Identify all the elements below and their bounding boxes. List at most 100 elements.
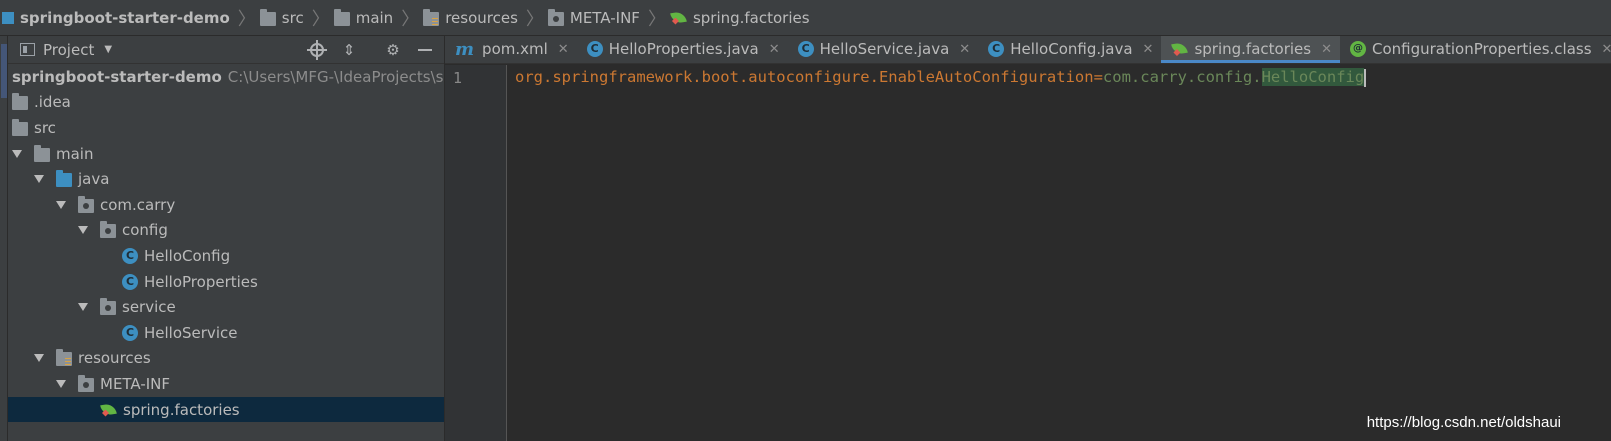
tree-item-main[interactable]: main xyxy=(8,141,444,167)
chevron-down-icon[interactable]: ▼ xyxy=(104,44,112,55)
class-icon: C xyxy=(122,324,138,341)
tree-item-helloproperties[interactable]: C HelloProperties xyxy=(8,269,444,295)
property-equals: = xyxy=(1093,68,1103,86)
code-editor[interactable]: org.springframework.boot.autoconfigure.E… xyxy=(508,65,1611,441)
tree-item-src[interactable]: src xyxy=(8,115,444,141)
editor-gutter: 1 xyxy=(445,65,507,441)
close-icon[interactable]: ✕ xyxy=(1143,42,1154,57)
collapse-all-button[interactable]: ⇕ xyxy=(340,41,358,59)
breadcrumb-main[interactable]: main xyxy=(333,0,397,36)
tab-label: ConfigurationProperties.class xyxy=(1371,40,1592,58)
spring-icon xyxy=(100,403,118,417)
minimize-icon xyxy=(418,49,432,51)
tree-item-config[interactable]: config xyxy=(8,218,444,244)
expand-arrow-icon[interactable] xyxy=(12,149,22,158)
expand-arrow-icon[interactable] xyxy=(78,303,88,312)
editor-tabs: m pom.xml ✕ C HelloProperties.java ✕ C H… xyxy=(445,36,1611,64)
breadcrumb-separator: 〉 xyxy=(525,8,544,30)
tree-item-spring-factories[interactable]: spring.factories xyxy=(8,396,444,423)
class-icon: C xyxy=(988,41,1005,57)
tree-item-project-root[interactable]: springboot-starter-demo C:\Users\MFG-\Id… xyxy=(8,64,444,90)
tree-item-java[interactable]: java xyxy=(8,166,444,192)
package-icon xyxy=(100,221,116,239)
close-icon[interactable]: ✕ xyxy=(959,42,970,57)
tab-label: HelloConfig.java xyxy=(1010,40,1133,58)
breadcrumb-label: META-INF xyxy=(569,8,640,27)
breadcrumb-label: spring.factories xyxy=(692,8,810,27)
expand-arrow-icon[interactable] xyxy=(34,175,44,184)
folder-icon xyxy=(12,118,28,136)
tab-configurationproperties-class[interactable]: @ ConfigurationProperties.class ✕ xyxy=(1340,36,1611,63)
locate-button[interactable] xyxy=(307,40,327,60)
text-cursor xyxy=(1364,68,1367,87)
spring-icon xyxy=(1171,42,1189,56)
tree-item-label: HelloService xyxy=(144,323,238,342)
project-panel-header: Project ▼ ⇕ ⚙ xyxy=(8,36,444,64)
tab-spring-factories[interactable]: spring.factories ✕ xyxy=(1161,36,1340,63)
tree-item-label: .idea xyxy=(34,93,71,112)
breadcrumb-label: main xyxy=(355,8,394,27)
expand-arrow-icon[interactable] xyxy=(34,354,44,363)
navigation-bar: springboot-starter-demo 〉 src 〉 main 〉 r… xyxy=(0,0,1611,36)
tab-helloconfig-java[interactable]: C HelloConfig.java ✕ xyxy=(978,36,1161,63)
resources-folder-icon xyxy=(56,349,72,367)
project-path: C:\Users\MFG-\IdeaProjects\springboot-st… xyxy=(227,67,444,86)
property-key: org.springframework.boot.autoconfigure.E… xyxy=(515,68,1094,86)
tree-item-meta-inf[interactable]: META-INF xyxy=(8,371,444,397)
class-icon: C xyxy=(797,41,814,57)
collapse-all-icon: ⇕ xyxy=(342,41,356,59)
tab-helloproperties-java[interactable]: C HelloProperties.java ✕ xyxy=(577,36,788,63)
tab-label: HelloService.java xyxy=(819,40,950,58)
tree-item-label: META-INF xyxy=(100,374,171,393)
project-icon xyxy=(2,11,14,24)
tab-pom-xml[interactable]: m pom.xml ✕ xyxy=(445,36,577,63)
breadcrumb-resources[interactable]: resources xyxy=(423,0,522,36)
package-icon xyxy=(78,195,94,213)
project-tool-window-tab[interactable] xyxy=(1,44,7,98)
tree-item-label: com.carry xyxy=(100,195,176,214)
tree-item-resources[interactable]: resources xyxy=(8,346,444,372)
source-folder-icon xyxy=(56,170,72,188)
folder-icon xyxy=(259,8,276,26)
tree-item-label: resources xyxy=(78,349,151,368)
tab-label: spring.factories xyxy=(1194,40,1312,58)
expand-arrow-icon[interactable] xyxy=(56,200,66,209)
breadcrumb-label: springboot-starter-demo xyxy=(20,8,230,27)
project-view-selector[interactable]: Project xyxy=(43,41,94,59)
property-value-class: HelloConfig xyxy=(1261,68,1365,86)
tree-item-service[interactable]: service xyxy=(8,294,444,320)
close-icon[interactable]: ✕ xyxy=(558,42,569,57)
tree-item-label: spring.factories xyxy=(123,400,240,419)
breadcrumb-separator: 〉 xyxy=(401,8,420,30)
tree-item-com-carry[interactable]: com.carry xyxy=(8,192,444,218)
settings-button[interactable]: ⚙ xyxy=(384,41,402,59)
breadcrumb-separator: 〉 xyxy=(237,8,256,30)
package-folder-icon xyxy=(78,374,94,392)
line-number: 1 xyxy=(453,69,463,87)
tree-item-helloconfig[interactable]: C HelloConfig xyxy=(8,243,444,269)
project-panel: Project ▼ ⇕ ⚙ springboot-starter-demo C:… xyxy=(8,36,445,441)
close-icon[interactable]: ✕ xyxy=(1602,42,1611,57)
breadcrumb-label: src xyxy=(281,8,304,27)
tree-item-idea[interactable]: .idea xyxy=(8,90,444,116)
expand-arrow-icon[interactable] xyxy=(78,226,88,235)
tree-item-label: main xyxy=(56,144,94,163)
resources-folder-icon xyxy=(423,8,440,26)
tree-item-helloservice[interactable]: C HelloService xyxy=(8,320,444,346)
expand-arrow-icon[interactable] xyxy=(56,379,66,388)
code-line: org.springframework.boot.autoconfigure.E… xyxy=(515,68,1367,87)
breadcrumb-spring-factories[interactable]: spring.factories xyxy=(670,0,814,36)
breadcrumb-project[interactable]: springboot-starter-demo xyxy=(2,0,234,36)
tree-item-label: service xyxy=(122,298,176,317)
close-icon[interactable]: ✕ xyxy=(1321,42,1332,57)
maven-icon: m xyxy=(455,38,475,60)
tree-item-label: HelloConfig xyxy=(144,246,231,265)
breadcrumb-meta-inf[interactable]: META-INF xyxy=(547,0,644,36)
breadcrumb-label: resources xyxy=(445,8,518,27)
breadcrumb-src[interactable]: src xyxy=(259,0,308,36)
locate-icon xyxy=(307,40,327,60)
tab-helloservice-java[interactable]: C HelloService.java ✕ xyxy=(788,36,979,63)
close-icon[interactable]: ✕ xyxy=(769,42,780,57)
class-icon: C xyxy=(122,273,138,290)
hide-panel-button[interactable] xyxy=(416,41,434,59)
